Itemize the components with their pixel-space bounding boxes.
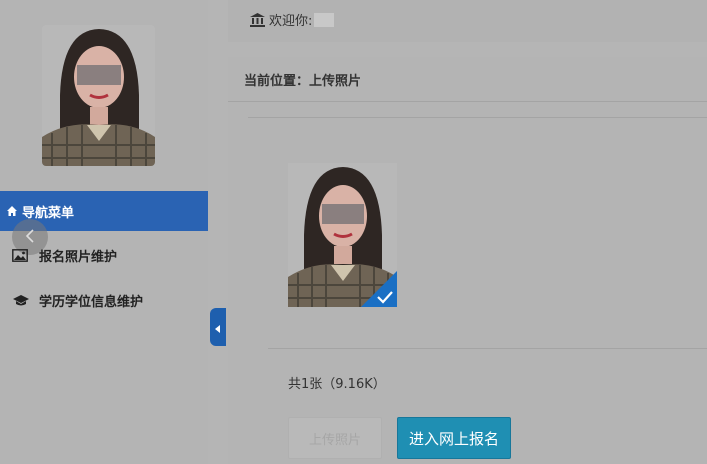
welcome-label: 欢迎你: (269, 14, 313, 29)
welcome-text: 欢迎你: (250, 10, 335, 29)
username-redacted (314, 12, 335, 27)
sidebar-item-label: 报名照片维护 (39, 249, 118, 265)
divider (248, 117, 707, 118)
app-root: 导航菜单 报名照片维护 学历学位信息维护 欢迎你: 当前位置： 上传照片 共1张… (0, 0, 707, 464)
sidebar-collapse-toggle[interactable] (210, 308, 226, 346)
photo-count: 共1张（9.16K） (288, 377, 386, 392)
caret-left-icon (215, 318, 221, 337)
graduation-cap-icon (12, 294, 32, 307)
breadcrumb: 当前位置： 上传照片 (228, 57, 707, 102)
sidebar: 导航菜单 报名照片维护 学历学位信息维护 (0, 0, 208, 464)
upload-photo-button[interactable]: 上传照片 (288, 417, 382, 459)
image-icon (12, 248, 32, 262)
sidebar-item-photo-maintenance[interactable]: 报名照片维护 (12, 242, 117, 268)
sidebar-item-label: 学历学位信息维护 (39, 294, 144, 310)
profile-photo (42, 25, 155, 166)
breadcrumb-current: 上传照片 (309, 73, 362, 89)
home-icon (6, 205, 18, 217)
nav-menu-header-label: 导航菜单 (22, 205, 75, 221)
sidebar-item-degree-info[interactable]: 学历学位信息维护 (12, 287, 143, 313)
bank-icon (250, 12, 265, 27)
content-panel: 当前位置： 上传照片 共1张（9.16K） 上传照片 进入网上报名 (228, 57, 707, 464)
checkmark-icon (361, 271, 397, 307)
divider (268, 348, 707, 349)
uploaded-photo-thumbnail[interactable] (288, 163, 397, 307)
top-bar: 欢迎你: (228, 0, 707, 42)
breadcrumb-label: 当前位置： (244, 73, 310, 89)
enter-online-registration-button[interactable]: 进入网上报名 (397, 417, 511, 459)
